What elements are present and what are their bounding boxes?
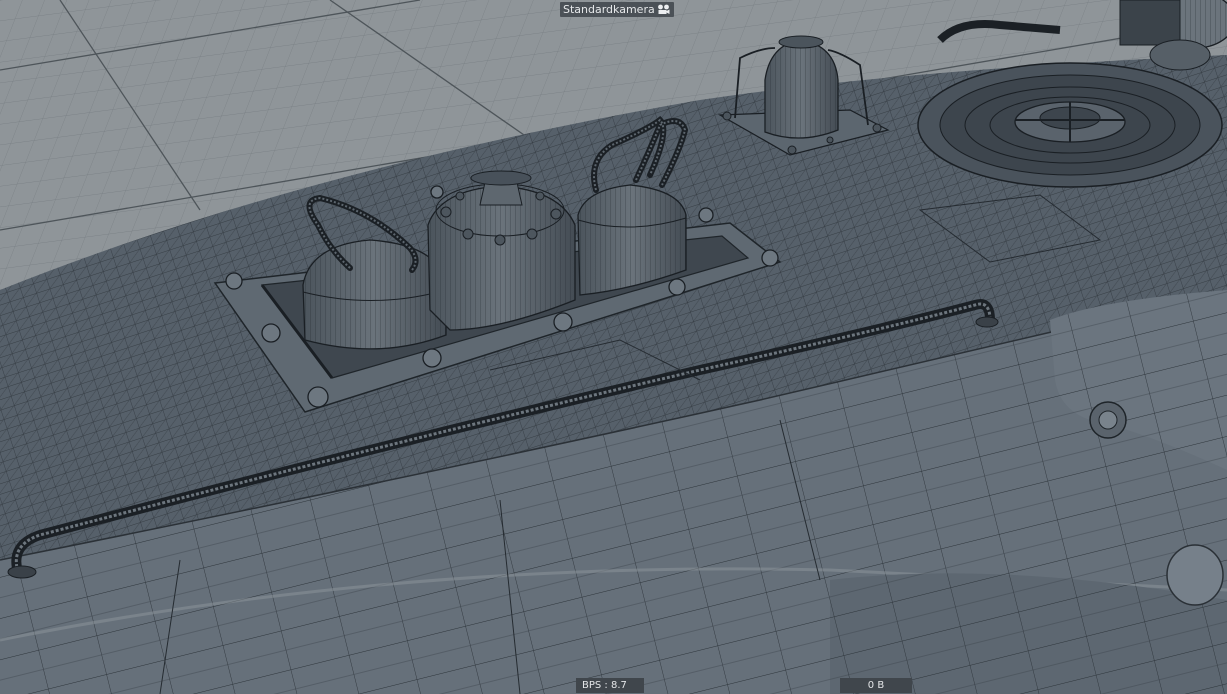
bolt	[553, 312, 573, 332]
camera-name: Standardkamera	[563, 3, 655, 16]
bolt	[422, 348, 442, 368]
hatch-wheel	[917, 62, 1223, 188]
side-bolt	[1089, 401, 1127, 439]
bolt	[761, 249, 779, 267]
3d-viewport[interactable]: Standardkamera BPS : 8.7 0 B	[0, 0, 1227, 694]
bolt	[430, 185, 444, 199]
bolt	[668, 278, 686, 296]
bolt	[261, 323, 281, 343]
hull-lower-mesh	[830, 573, 1227, 694]
bolt	[698, 207, 714, 223]
camera-label[interactable]: Standardkamera	[560, 2, 674, 17]
camera-icon[interactable]	[657, 4, 670, 15]
bolt	[225, 272, 243, 290]
wireframe-scene[interactable]	[0, 0, 1227, 694]
bps-readout: BPS : 8.7	[576, 678, 644, 693]
porthole	[1166, 544, 1224, 606]
bolt	[307, 386, 329, 408]
memory-readout: 0 B	[840, 678, 912, 693]
canister-left	[302, 239, 447, 350]
